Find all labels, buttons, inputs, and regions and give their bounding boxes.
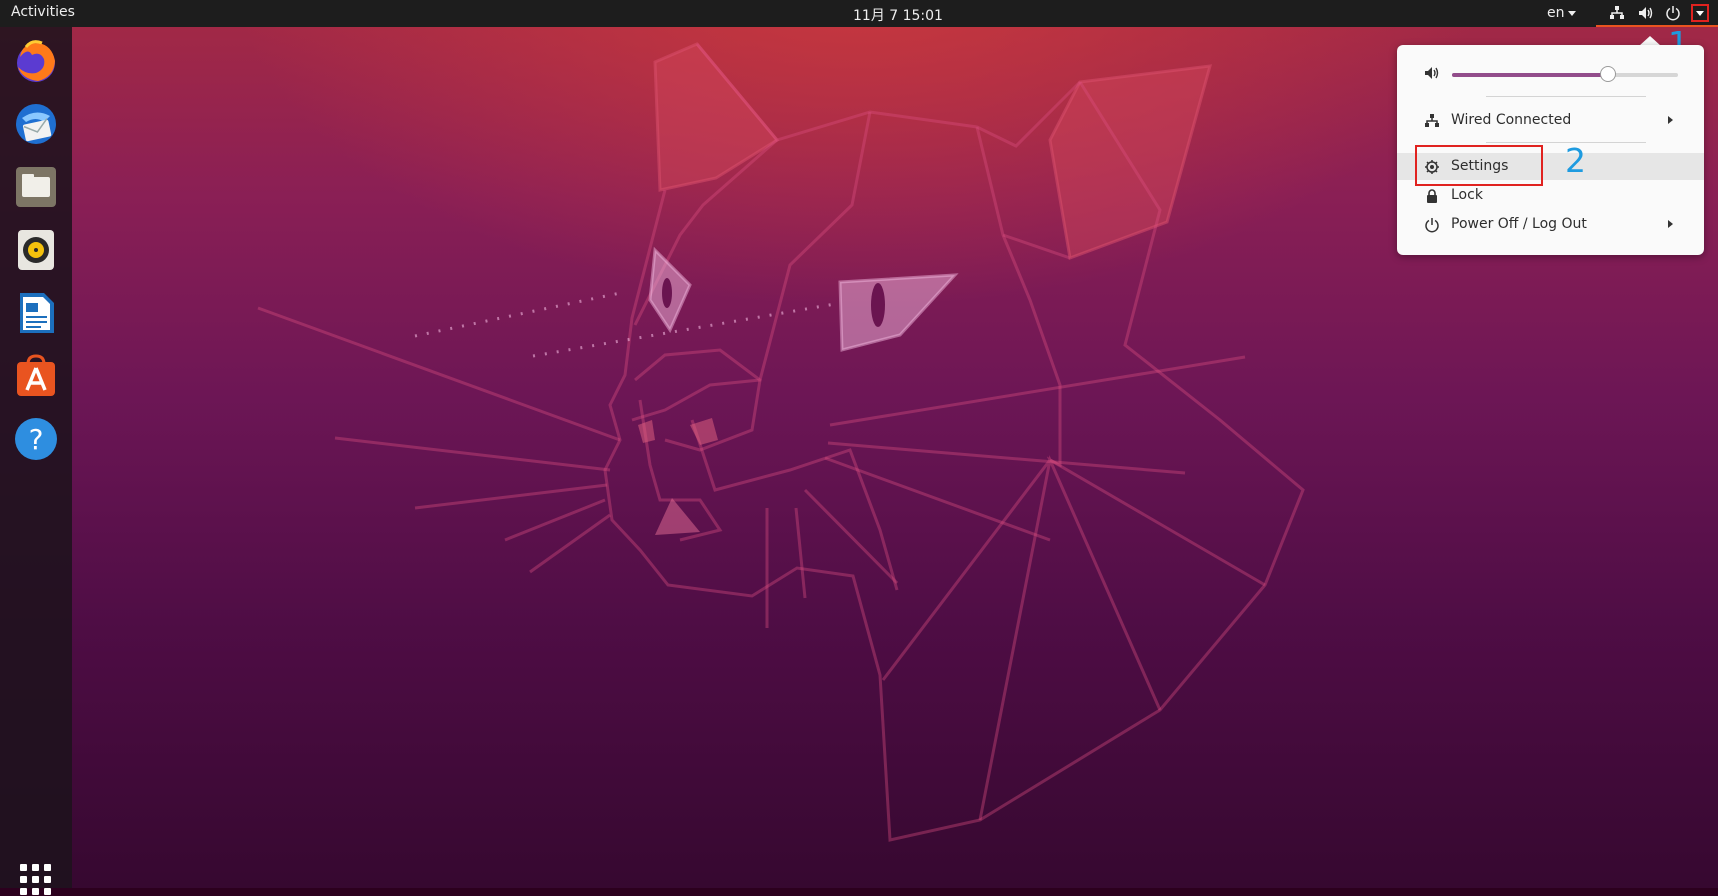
wired-connected-label: Wired Connected [1451, 112, 1572, 128]
lock-icon [1427, 189, 1437, 203]
dock: ? [0, 27, 72, 895]
ubuntu-software-icon[interactable] [12, 352, 60, 400]
clock[interactable]: 11月 7 15:01 [853, 5, 943, 25]
libreoffice-writer-icon[interactable] [12, 289, 60, 337]
chevron-down-icon [1696, 11, 1704, 16]
firefox-icon[interactable] [12, 37, 60, 85]
volume-slider-handle[interactable] [1599, 66, 1616, 82]
power-off-log-out-item[interactable]: Power Off / Log Out [1397, 211, 1704, 238]
active-indicator [1596, 25, 1718, 27]
power-off-log-out-label: Power Off / Log Out [1451, 216, 1587, 232]
volume-icon [1425, 67, 1439, 79]
system-menu-dropdown-button[interactable] [1691, 4, 1709, 22]
lock-item[interactable]: Lock [1397, 182, 1704, 209]
divider [1486, 96, 1646, 97]
language-indicator[interactable]: en [1547, 5, 1565, 21]
annotation-step-2: 2 [1565, 141, 1586, 180]
show-applications-icon[interactable] [20, 864, 52, 896]
wired-connected-item[interactable]: Wired Connected [1397, 107, 1704, 134]
thunderbird-icon[interactable] [12, 100, 60, 148]
submenu-arrow-icon [1668, 116, 1673, 124]
submenu-arrow-icon [1668, 220, 1673, 228]
svg-text:?: ? [29, 423, 44, 456]
power-icon [1425, 218, 1439, 233]
power-icon[interactable] [1665, 5, 1681, 21]
network-icon[interactable] [1609, 5, 1625, 21]
activities-button[interactable]: Activities [11, 4, 75, 20]
language-dropdown-icon[interactable] [1568, 11, 1576, 16]
lock-label: Lock [1451, 187, 1483, 203]
help-icon[interactable]: ? [12, 415, 60, 463]
volume-slider-fill [1452, 73, 1608, 77]
volume-icon[interactable] [1638, 5, 1654, 21]
top-bar: Activities 11月 7 15:01 en [0, 0, 1718, 27]
network-icon [1425, 114, 1439, 127]
settings-highlight-box [1415, 145, 1543, 186]
volume-slider[interactable] [1452, 66, 1678, 82]
rhythmbox-icon[interactable] [12, 226, 60, 274]
files-icon[interactable] [12, 163, 60, 211]
